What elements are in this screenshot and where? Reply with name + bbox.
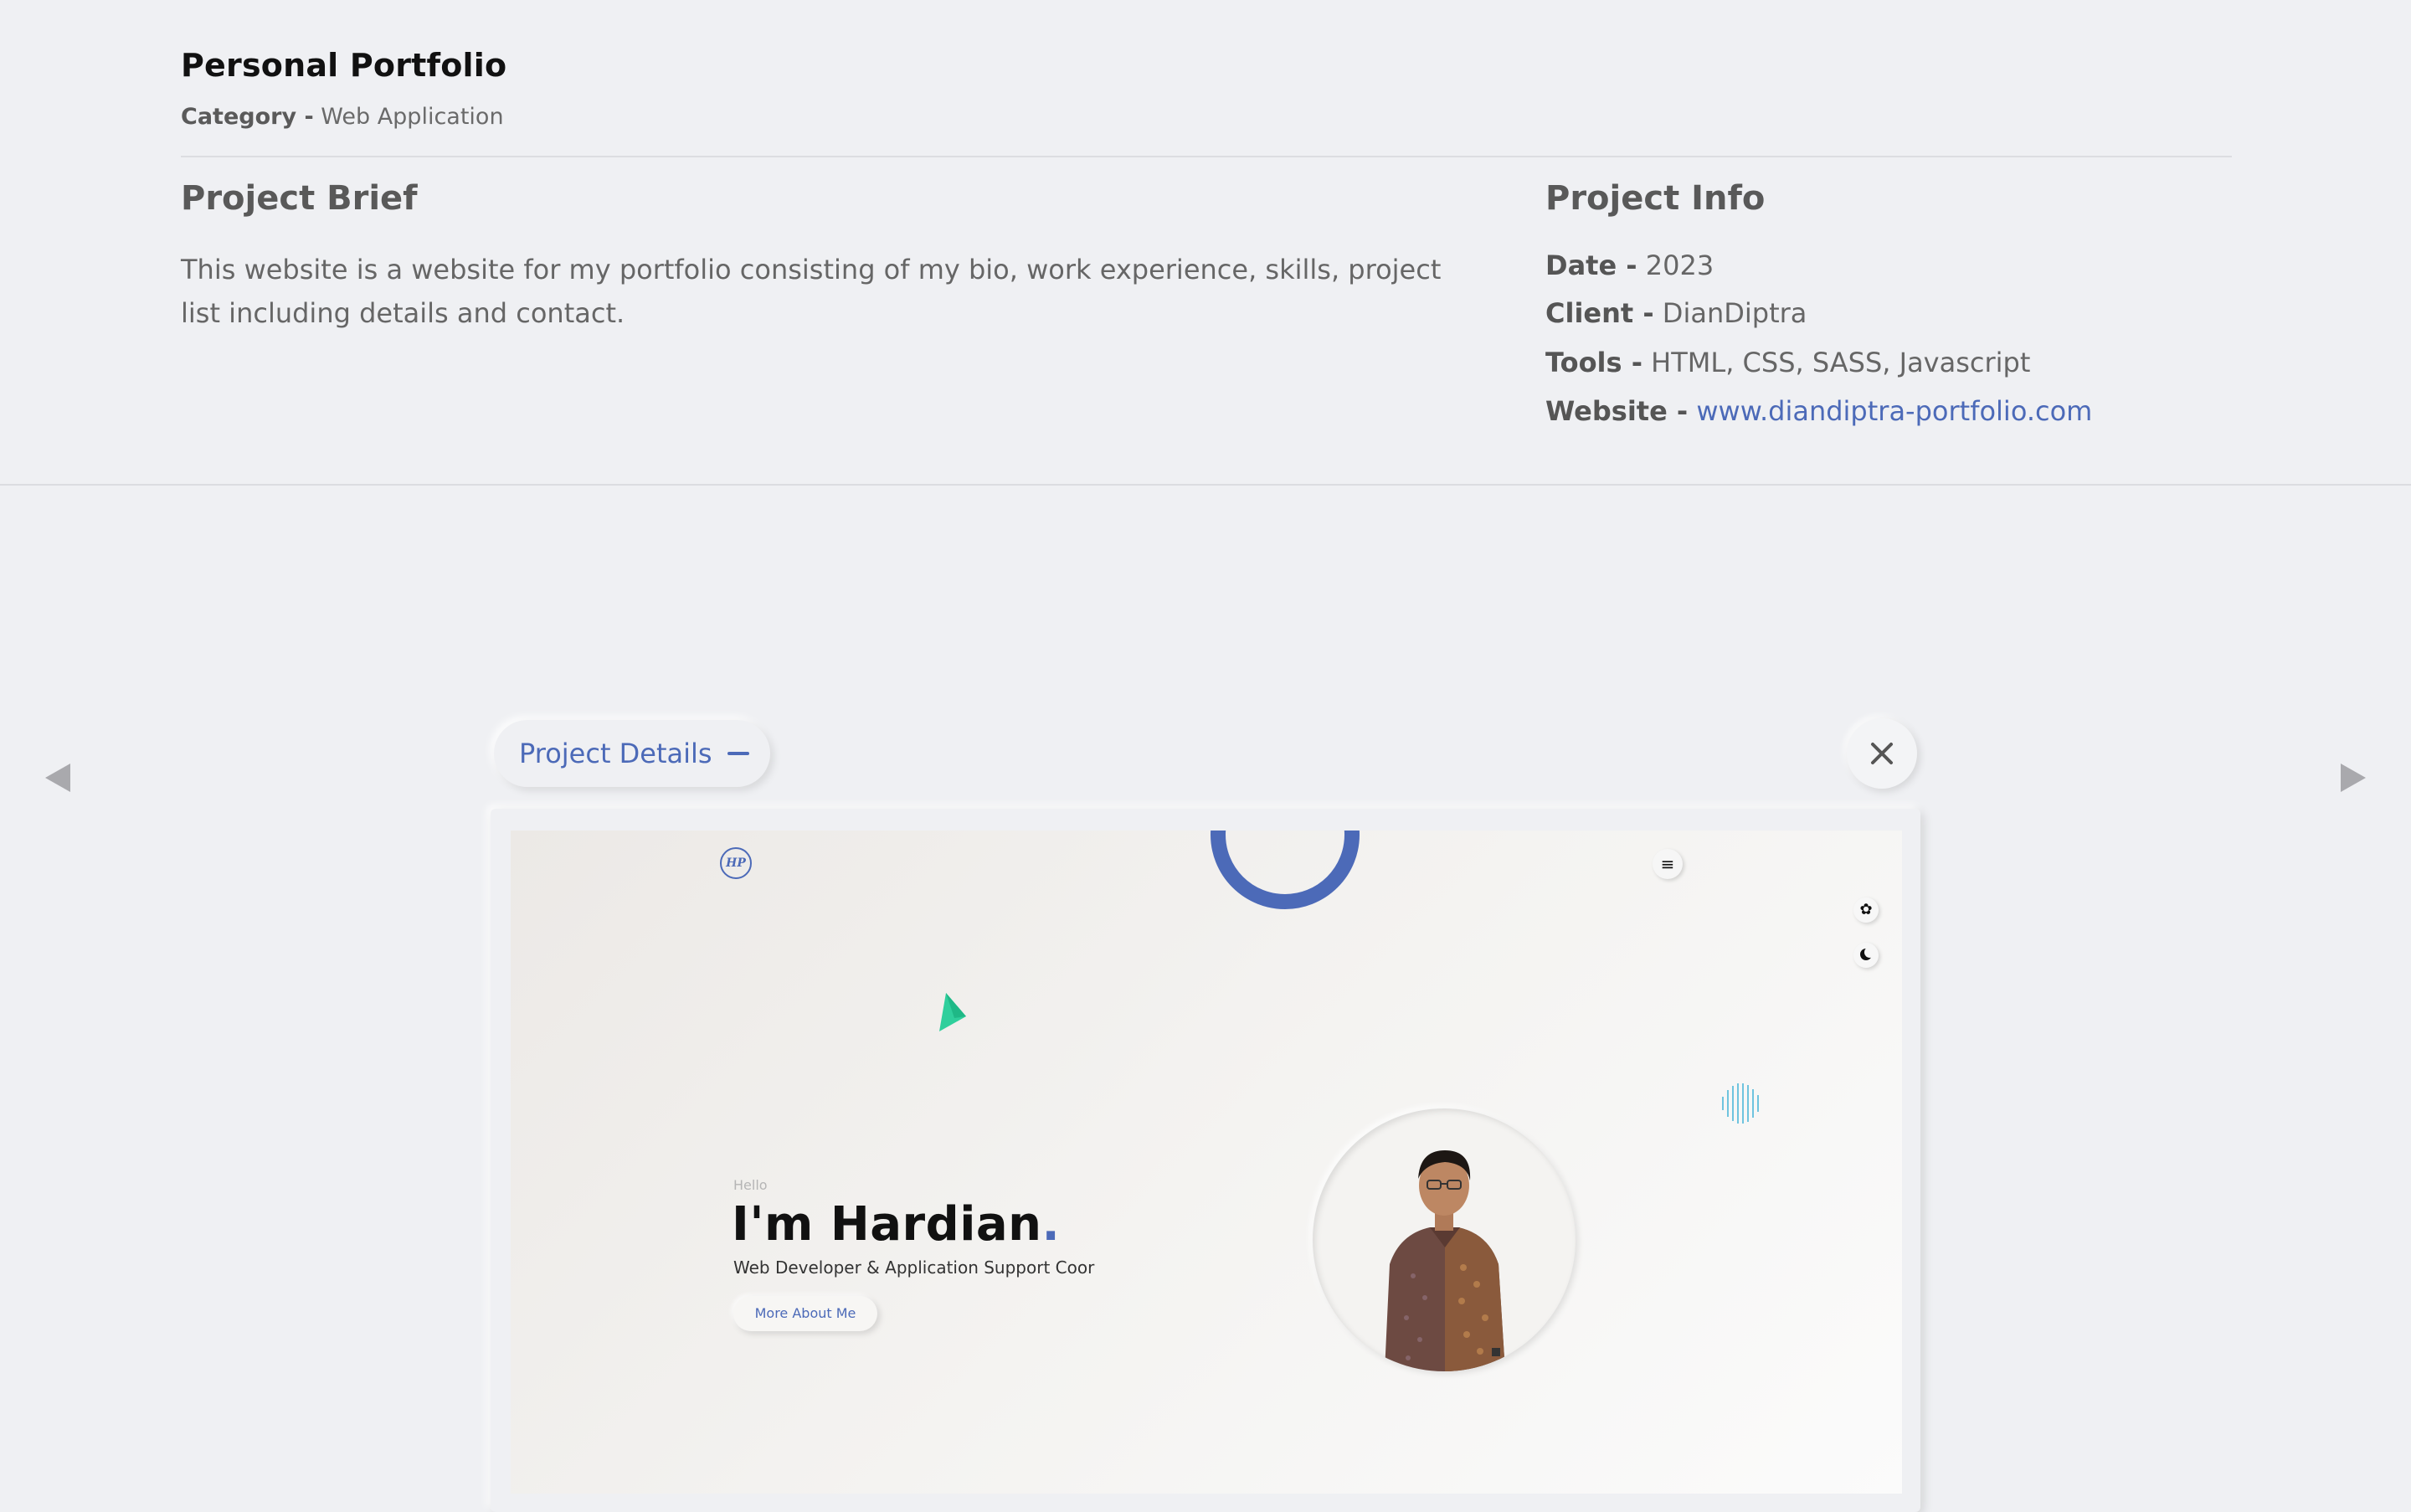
- info-date-value: 2023: [1645, 249, 1714, 281]
- info-tools-value: HTML, CSS, SASS, Javascript: [1651, 347, 2031, 378]
- divider: [181, 156, 2232, 157]
- site-logo[interactable]: HP: [720, 847, 752, 879]
- category-value: Web Application: [321, 104, 504, 130]
- project-details-toggle-button[interactable]: Project Details: [494, 720, 770, 787]
- hero-role: Web Developer & Application Support Coor: [733, 1257, 1095, 1278]
- hero-name-dot: .: [1041, 1197, 1061, 1252]
- info-client-value: DianDiptra: [1662, 297, 1807, 329]
- triangle-left-icon[interactable]: [45, 764, 70, 792]
- info-tools: Tools - HTML, CSS, SASS, Javascript: [1545, 347, 2030, 378]
- info-client-label: Client -: [1545, 297, 1654, 329]
- info-tools-label: Tools -: [1545, 347, 1642, 378]
- category-label: Category -: [181, 104, 314, 130]
- decorative-lines: [1722, 1083, 1759, 1124]
- avatar: [1313, 1108, 1576, 1371]
- close-icon: [1871, 743, 1893, 764]
- info-website-label: Website -: [1545, 395, 1689, 427]
- category-line: Category - Web Application: [181, 104, 504, 130]
- info-client: Client - DianDiptra: [1545, 297, 1807, 329]
- project-details-label: Project Details: [519, 738, 712, 769]
- triangle-right-icon[interactable]: [2341, 764, 2366, 792]
- project-screenshot: HP ≡ ✿ Hello I'm Hardian. Web Developer …: [511, 831, 1902, 1494]
- hero-name-text: I'm Hardian: [732, 1197, 1042, 1252]
- decorative-triangle: [939, 993, 966, 1031]
- moon-icon[interactable]: [1853, 943, 1879, 968]
- minus-icon: [727, 752, 749, 755]
- project-info-heading: Project Info: [1545, 179, 1766, 218]
- hero-name: I'm Hardian.: [732, 1197, 1060, 1252]
- section-divider: [0, 484, 2411, 486]
- website-link[interactable]: www.diandiptra-portfolio.com: [1696, 395, 2092, 427]
- project-brief-text: This website is a website for my portfol…: [181, 254, 1442, 329]
- info-date: Date - 2023: [1545, 249, 1714, 281]
- project-brief-heading: Project Brief: [181, 179, 418, 218]
- hero-greeting: Hello: [733, 1177, 768, 1193]
- project-title: Personal Portfolio: [181, 47, 507, 84]
- info-website: Website - www.diandiptra-portfolio.com: [1545, 395, 2092, 427]
- more-about-me-button[interactable]: More About Me: [733, 1296, 877, 1331]
- decorative-ring: [1211, 831, 1360, 909]
- info-date-label: Date -: [1545, 249, 1637, 281]
- close-button[interactable]: [1847, 718, 1917, 789]
- gear-icon[interactable]: ✿: [1853, 897, 1879, 923]
- menu-icon[interactable]: ≡: [1653, 849, 1683, 879]
